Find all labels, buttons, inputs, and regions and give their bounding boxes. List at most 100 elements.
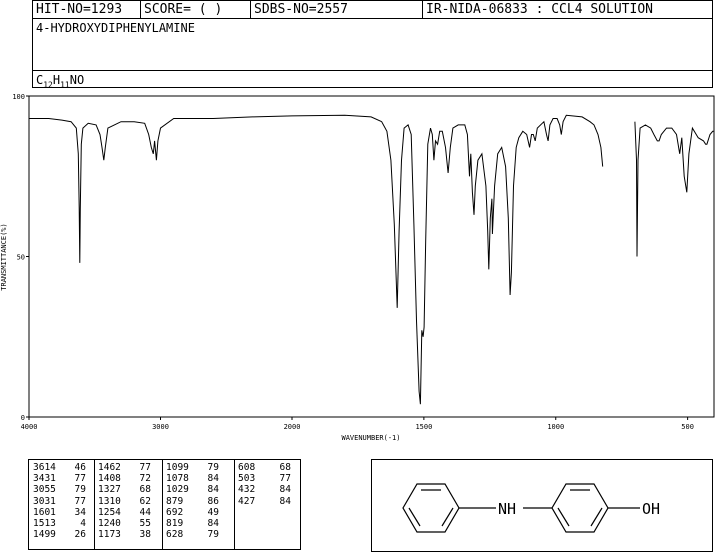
molecular-formula: C12H11NO bbox=[36, 73, 85, 90]
compound-name: 4-HYDROXYDIPHENYLAMINE bbox=[36, 21, 195, 35]
peak-row: 1099 79 bbox=[166, 462, 219, 473]
peak-transmittance: 77 bbox=[139, 462, 151, 473]
peak-wavenumber: 503 bbox=[238, 473, 256, 485]
peak-transmittance: 72 bbox=[139, 473, 151, 485]
peak-row: 1173 38 bbox=[98, 529, 151, 540]
peak-table: 3614 46 3431 77 3055 79 3031 77 1601 34 1513 4 1499 2… bbox=[28, 459, 301, 550]
peak-transmittance: 84 bbox=[207, 473, 219, 485]
peak-wavenumber: 3055 bbox=[33, 484, 56, 496]
peak-column: 3614 46 3431 77 3055 79 3031 77 1601 34 1513 4 1499 2… bbox=[33, 462, 86, 540]
peak-row: 608 68 bbox=[238, 462, 291, 473]
peak-transmittance: 77 bbox=[279, 473, 291, 485]
peak-column: 608 68 503 77 432 84 427 84 bbox=[238, 462, 291, 507]
peak-column: 1462 77 1408 72 1327 68 1310 62 1254 44 1240 55 1173… bbox=[98, 462, 151, 540]
peak-wavenumber: 3431 bbox=[33, 473, 56, 485]
peak-wavenumber: 1240 bbox=[98, 517, 121, 529]
sdbs-number: SDBS-NO=2557 bbox=[251, 1, 423, 19]
spectrum-line bbox=[29, 114, 604, 405]
peak-column-divider bbox=[162, 460, 163, 549]
peak-wavenumber: 1327 bbox=[98, 484, 121, 496]
peak-wavenumber: 819 bbox=[166, 517, 184, 529]
formula-divider bbox=[33, 70, 712, 71]
peak-wavenumber: 3031 bbox=[33, 495, 56, 507]
peak-wavenumber: 1601 bbox=[33, 506, 56, 518]
peak-transmittance: 34 bbox=[74, 506, 86, 518]
peak-wavenumber: 879 bbox=[166, 495, 184, 507]
x-tick-label: 1000 bbox=[547, 423, 564, 431]
peak-transmittance: 84 bbox=[207, 484, 219, 496]
peak-wavenumber: 1499 bbox=[33, 529, 56, 541]
peak-row: 1029 84 bbox=[166, 484, 219, 495]
peak-wavenumber: 3614 bbox=[33, 462, 56, 473]
peak-column-divider bbox=[94, 460, 95, 549]
peak-wavenumber: 1078 bbox=[166, 473, 189, 485]
peak-row: 628 79 bbox=[166, 529, 219, 540]
peak-column-divider bbox=[234, 460, 235, 549]
peak-transmittance: 79 bbox=[207, 462, 219, 473]
spectrum-id: IR-NIDA-06833 : CCL4 SOLUTION bbox=[426, 2, 653, 17]
peak-transmittance: 79 bbox=[207, 529, 219, 541]
peak-row: 1254 44 bbox=[98, 507, 151, 518]
peak-transmittance: 77 bbox=[74, 473, 86, 485]
peak-transmittance: 46 bbox=[74, 462, 86, 473]
y-tick-label: 50 bbox=[17, 254, 25, 262]
peak-row: 692 49 bbox=[166, 507, 219, 518]
x-tick-label: 2000 bbox=[284, 423, 301, 431]
peak-row: 1462 77 bbox=[98, 462, 151, 473]
oh-label: OH bbox=[642, 500, 660, 518]
peak-row: 1499 26 bbox=[33, 529, 86, 540]
peak-row: 427 84 bbox=[238, 496, 291, 507]
peak-row: 879 86 bbox=[166, 496, 219, 507]
peak-transmittance: 68 bbox=[139, 484, 151, 496]
peak-row: 3431 77 bbox=[33, 473, 86, 484]
spectrum-line bbox=[634, 121, 714, 257]
peak-wavenumber: 1029 bbox=[166, 484, 189, 496]
peak-transmittance: 44 bbox=[139, 506, 151, 518]
structure-box: NH OH bbox=[371, 459, 713, 552]
x-tick-label: 3000 bbox=[152, 423, 169, 431]
hit-number: HIT-NO=1293 bbox=[33, 1, 141, 19]
peak-row: 1310 62 bbox=[98, 496, 151, 507]
peak-transmittance: 86 bbox=[207, 495, 219, 507]
header-bar: HIT-NO=1293 SCORE= ( ) SDBS-NO=2557 IR-N… bbox=[32, 0, 713, 19]
peak-row: 3031 77 bbox=[33, 496, 86, 507]
x-tick-label: 1500 bbox=[415, 423, 432, 431]
peak-wavenumber: 1513 bbox=[33, 517, 56, 529]
nh-label: NH bbox=[498, 500, 516, 518]
peak-transmittance: 79 bbox=[74, 484, 86, 496]
peak-wavenumber: 1173 bbox=[98, 529, 121, 541]
peak-row: 3614 46 bbox=[33, 462, 86, 473]
peak-row: 503 77 bbox=[238, 473, 291, 484]
x-axis-label: WAVENUMBER(-1) bbox=[341, 434, 400, 442]
peak-row: 3055 79 bbox=[33, 484, 86, 495]
peak-row: 1408 72 bbox=[98, 473, 151, 484]
x-tick-label: 4000 bbox=[21, 423, 38, 431]
y-axis-label: TRANSMITTANCE(%) bbox=[0, 223, 8, 290]
y-tick-label: 0 bbox=[21, 414, 25, 422]
peak-wavenumber: 427 bbox=[238, 495, 256, 507]
peak-row: 1327 68 bbox=[98, 484, 151, 495]
peak-row: 1078 84 bbox=[166, 473, 219, 484]
phenol-ring bbox=[551, 483, 609, 533]
molecule-structure: NH OH bbox=[402, 483, 660, 533]
peak-wavenumber: 692 bbox=[166, 506, 184, 518]
peak-transmittance: 84 bbox=[279, 484, 291, 496]
peak-wavenumber: 432 bbox=[238, 484, 256, 496]
plot-frame bbox=[28, 95, 715, 418]
peak-transmittance: 49 bbox=[207, 506, 219, 518]
peak-transmittance: 26 bbox=[74, 529, 86, 541]
compound-box: 4-HYDROXYDIPHENYLAMINE C12H11NO bbox=[32, 18, 713, 90]
peak-transmittance: 62 bbox=[139, 495, 151, 507]
peak-transmittance: 55 bbox=[139, 517, 151, 529]
peak-transmittance: 84 bbox=[279, 495, 291, 507]
peak-wavenumber: 1254 bbox=[98, 506, 121, 518]
score: SCORE= ( ) bbox=[141, 1, 251, 19]
peak-transmittance: 77 bbox=[74, 495, 86, 507]
peak-transmittance: 4 bbox=[80, 517, 86, 529]
peak-wavenumber: 1099 bbox=[166, 462, 189, 473]
peak-row: 432 84 bbox=[238, 484, 291, 495]
peak-wavenumber: 608 bbox=[238, 462, 256, 473]
peak-wavenumber: 628 bbox=[166, 529, 184, 541]
y-tick-label: 100 bbox=[12, 93, 25, 101]
peak-row: 1513 4 bbox=[33, 518, 86, 529]
